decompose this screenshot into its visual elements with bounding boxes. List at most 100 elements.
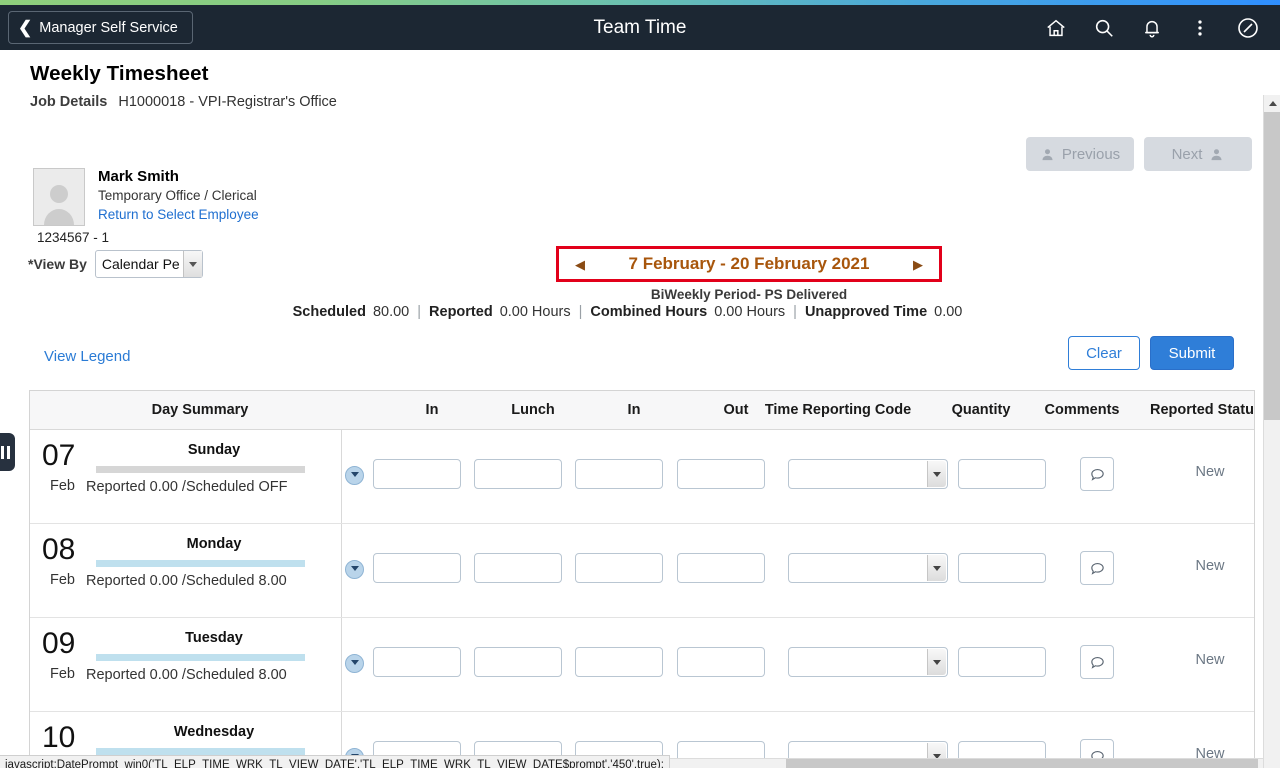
employee-block: Mark Smith Temporary Office / Clerical R… (33, 168, 259, 226)
person-icon (1209, 147, 1224, 162)
header-icon-group (1032, 5, 1272, 50)
quantity-input[interactable] (958, 553, 1046, 583)
unapproved-time-value: 0.00 (934, 304, 962, 320)
side-panel-handle[interactable] (0, 433, 15, 471)
period-subtitle: BiWeekly Period- PS Delivered (556, 287, 942, 302)
vertical-scroll-thumb[interactable] (1264, 112, 1280, 420)
divider: | (793, 304, 797, 320)
in-2-input[interactable] (575, 553, 663, 583)
submit-button[interactable]: Submit (1150, 336, 1234, 370)
job-details-value: H1000018 - VPI-Registrar's Office (118, 94, 336, 110)
employee-role: Temporary Office / Clerical (98, 186, 259, 205)
vertical-scrollbar[interactable] (1263, 95, 1280, 768)
reported-status-value: New (1150, 652, 1255, 668)
lunch-input[interactable] (474, 647, 562, 677)
out-input[interactable] (677, 553, 765, 583)
day-number: 07 (42, 440, 75, 472)
notification-bell-icon[interactable] (1128, 5, 1176, 50)
day-name: Sunday (95, 442, 333, 458)
period-selector: ◀ 7 February - 20 February 2021 ▶ BiWeek… (556, 246, 942, 302)
out-input[interactable] (677, 459, 765, 489)
previous-period-arrow[interactable]: ◀ (569, 258, 591, 271)
next-label: Next (1172, 146, 1203, 163)
home-icon[interactable] (1032, 5, 1080, 50)
title-area: Weekly Timesheet Job Details H1000018 - … (0, 50, 1280, 110)
view-legend-link[interactable]: View Legend (44, 348, 130, 365)
status-bar-text: javascript:DatePrompt_win0('TL_ELP_TIME_… (5, 759, 664, 768)
quantity-input[interactable] (958, 459, 1046, 489)
view-by-select[interactable]: Calendar Period (95, 250, 203, 278)
reported-label: Reported (429, 304, 493, 320)
view-by-label: *View By (28, 256, 87, 272)
in-2-input[interactable] (575, 459, 663, 489)
page-title: Weekly Timesheet (30, 62, 1280, 86)
app-header: ❮ Manager Self Service Team Time (0, 5, 1280, 50)
day-name: Monday (95, 536, 333, 552)
scheduled-bar (96, 560, 305, 567)
scheduled-bar (96, 654, 305, 661)
previous-label: Previous (1062, 146, 1120, 163)
in-2-input[interactable] (575, 647, 663, 677)
clear-button[interactable]: Clear (1068, 336, 1140, 370)
time-reporting-code-select[interactable]: REG - RegularOT - OvertimeVAC - Vacation (788, 647, 948, 677)
comment-bubble-icon[interactable] (1080, 645, 1114, 679)
period-box: ◀ 7 February - 20 February 2021 ▶ (556, 246, 942, 282)
column-quantity: Quantity (926, 402, 1036, 418)
column-comments: Comments (1027, 402, 1137, 418)
day-name: Wednesday (95, 724, 333, 740)
next-period-arrow[interactable]: ▶ (907, 258, 929, 271)
in-1-input[interactable] (373, 647, 461, 677)
time-reporting-code-select[interactable]: REG - RegularOT - OvertimeVAC - Vacation (788, 553, 948, 583)
navigator-icon[interactable] (1224, 5, 1272, 50)
day-name: Tuesday (95, 630, 333, 646)
reported-status-value: New (1150, 558, 1255, 574)
lunch-input[interactable] (474, 459, 562, 489)
day-number: 09 (42, 628, 75, 660)
period-range-link[interactable]: 7 February - 20 February 2021 (591, 254, 907, 274)
lunch-input[interactable] (474, 553, 562, 583)
expand-day-chevron-down-icon[interactable] (345, 560, 364, 579)
employee-nav-buttons: Previous Next (1026, 137, 1252, 171)
grid-header-row: Day Summary In Lunch In Out Time Reporti… (30, 391, 1254, 430)
column-time-reporting-code: Time Reporting Code (758, 402, 918, 418)
employee-id: 1234567 - 1 (37, 230, 109, 245)
avatar (33, 168, 85, 226)
in-1-input[interactable] (373, 553, 461, 583)
day-summary-cell: 08FebMondayReported 0.00 /Scheduled 8.00 (30, 524, 342, 617)
back-to-manager-self-service[interactable]: ❮ Manager Self Service (8, 11, 193, 44)
previous-employee-button[interactable]: Previous (1026, 137, 1134, 171)
expand-day-chevron-down-icon[interactable] (345, 654, 364, 673)
day-summary-cell: 07FebSundayReported 0.00 /Scheduled OFF (30, 430, 342, 523)
horizontal-scroll-thumb[interactable] (786, 759, 1258, 768)
quantity-input[interactable] (958, 647, 1046, 677)
person-placeholder-icon (39, 179, 79, 225)
day-month: Feb (50, 572, 75, 588)
comment-bubble-icon[interactable] (1080, 551, 1114, 585)
unapproved-time-label: Unapproved Time (805, 304, 927, 320)
column-day-summary: Day Summary (120, 402, 280, 418)
reported-scheduled-text: Reported 0.00 /Scheduled 8.00 (86, 667, 287, 683)
return-to-select-employee-link[interactable]: Return to Select Employee (98, 205, 259, 224)
divider: | (579, 304, 583, 320)
next-employee-button[interactable]: Next (1144, 137, 1252, 171)
job-details-label: Job Details (30, 94, 107, 110)
day-month: Feb (50, 666, 75, 682)
time-reporting-code-cell: REG - RegularOT - OvertimeVAC - Vacation (788, 647, 948, 677)
employee-name: Mark Smith (98, 168, 259, 186)
comment-bubble-icon[interactable] (1080, 457, 1114, 491)
time-reporting-code-select[interactable]: REG - RegularOT - OvertimeVAC - Vacation (788, 459, 948, 489)
scroll-up-arrow[interactable] (1264, 95, 1280, 112)
day-summary-cell: 09 Feb Tuesday Reported 0.00 /Scheduled 8.0… (30, 618, 342, 711)
chevron-left-icon: ❮ (18, 19, 32, 36)
expand-day-chevron-down-icon[interactable] (345, 466, 364, 485)
search-icon[interactable] (1080, 5, 1128, 50)
out-input[interactable] (677, 647, 765, 677)
browser-status-bar: javascript:DatePrompt_win0('TL_ELP_TIME_… (0, 755, 670, 768)
in-1-input[interactable] (373, 459, 461, 489)
more-actions-icon[interactable] (1176, 5, 1224, 50)
timesheet-row: 09 Feb Tuesday Reported 0.00 /Scheduled 8.0… (30, 618, 1254, 712)
scheduled-bar (96, 466, 305, 473)
timesheet-row: 08FebMondayReported 0.00 /Scheduled 8.00… (30, 524, 1254, 618)
reported-scheduled-text: Reported 0.00 /Scheduled OFF (86, 479, 288, 495)
divider: | (417, 304, 421, 320)
